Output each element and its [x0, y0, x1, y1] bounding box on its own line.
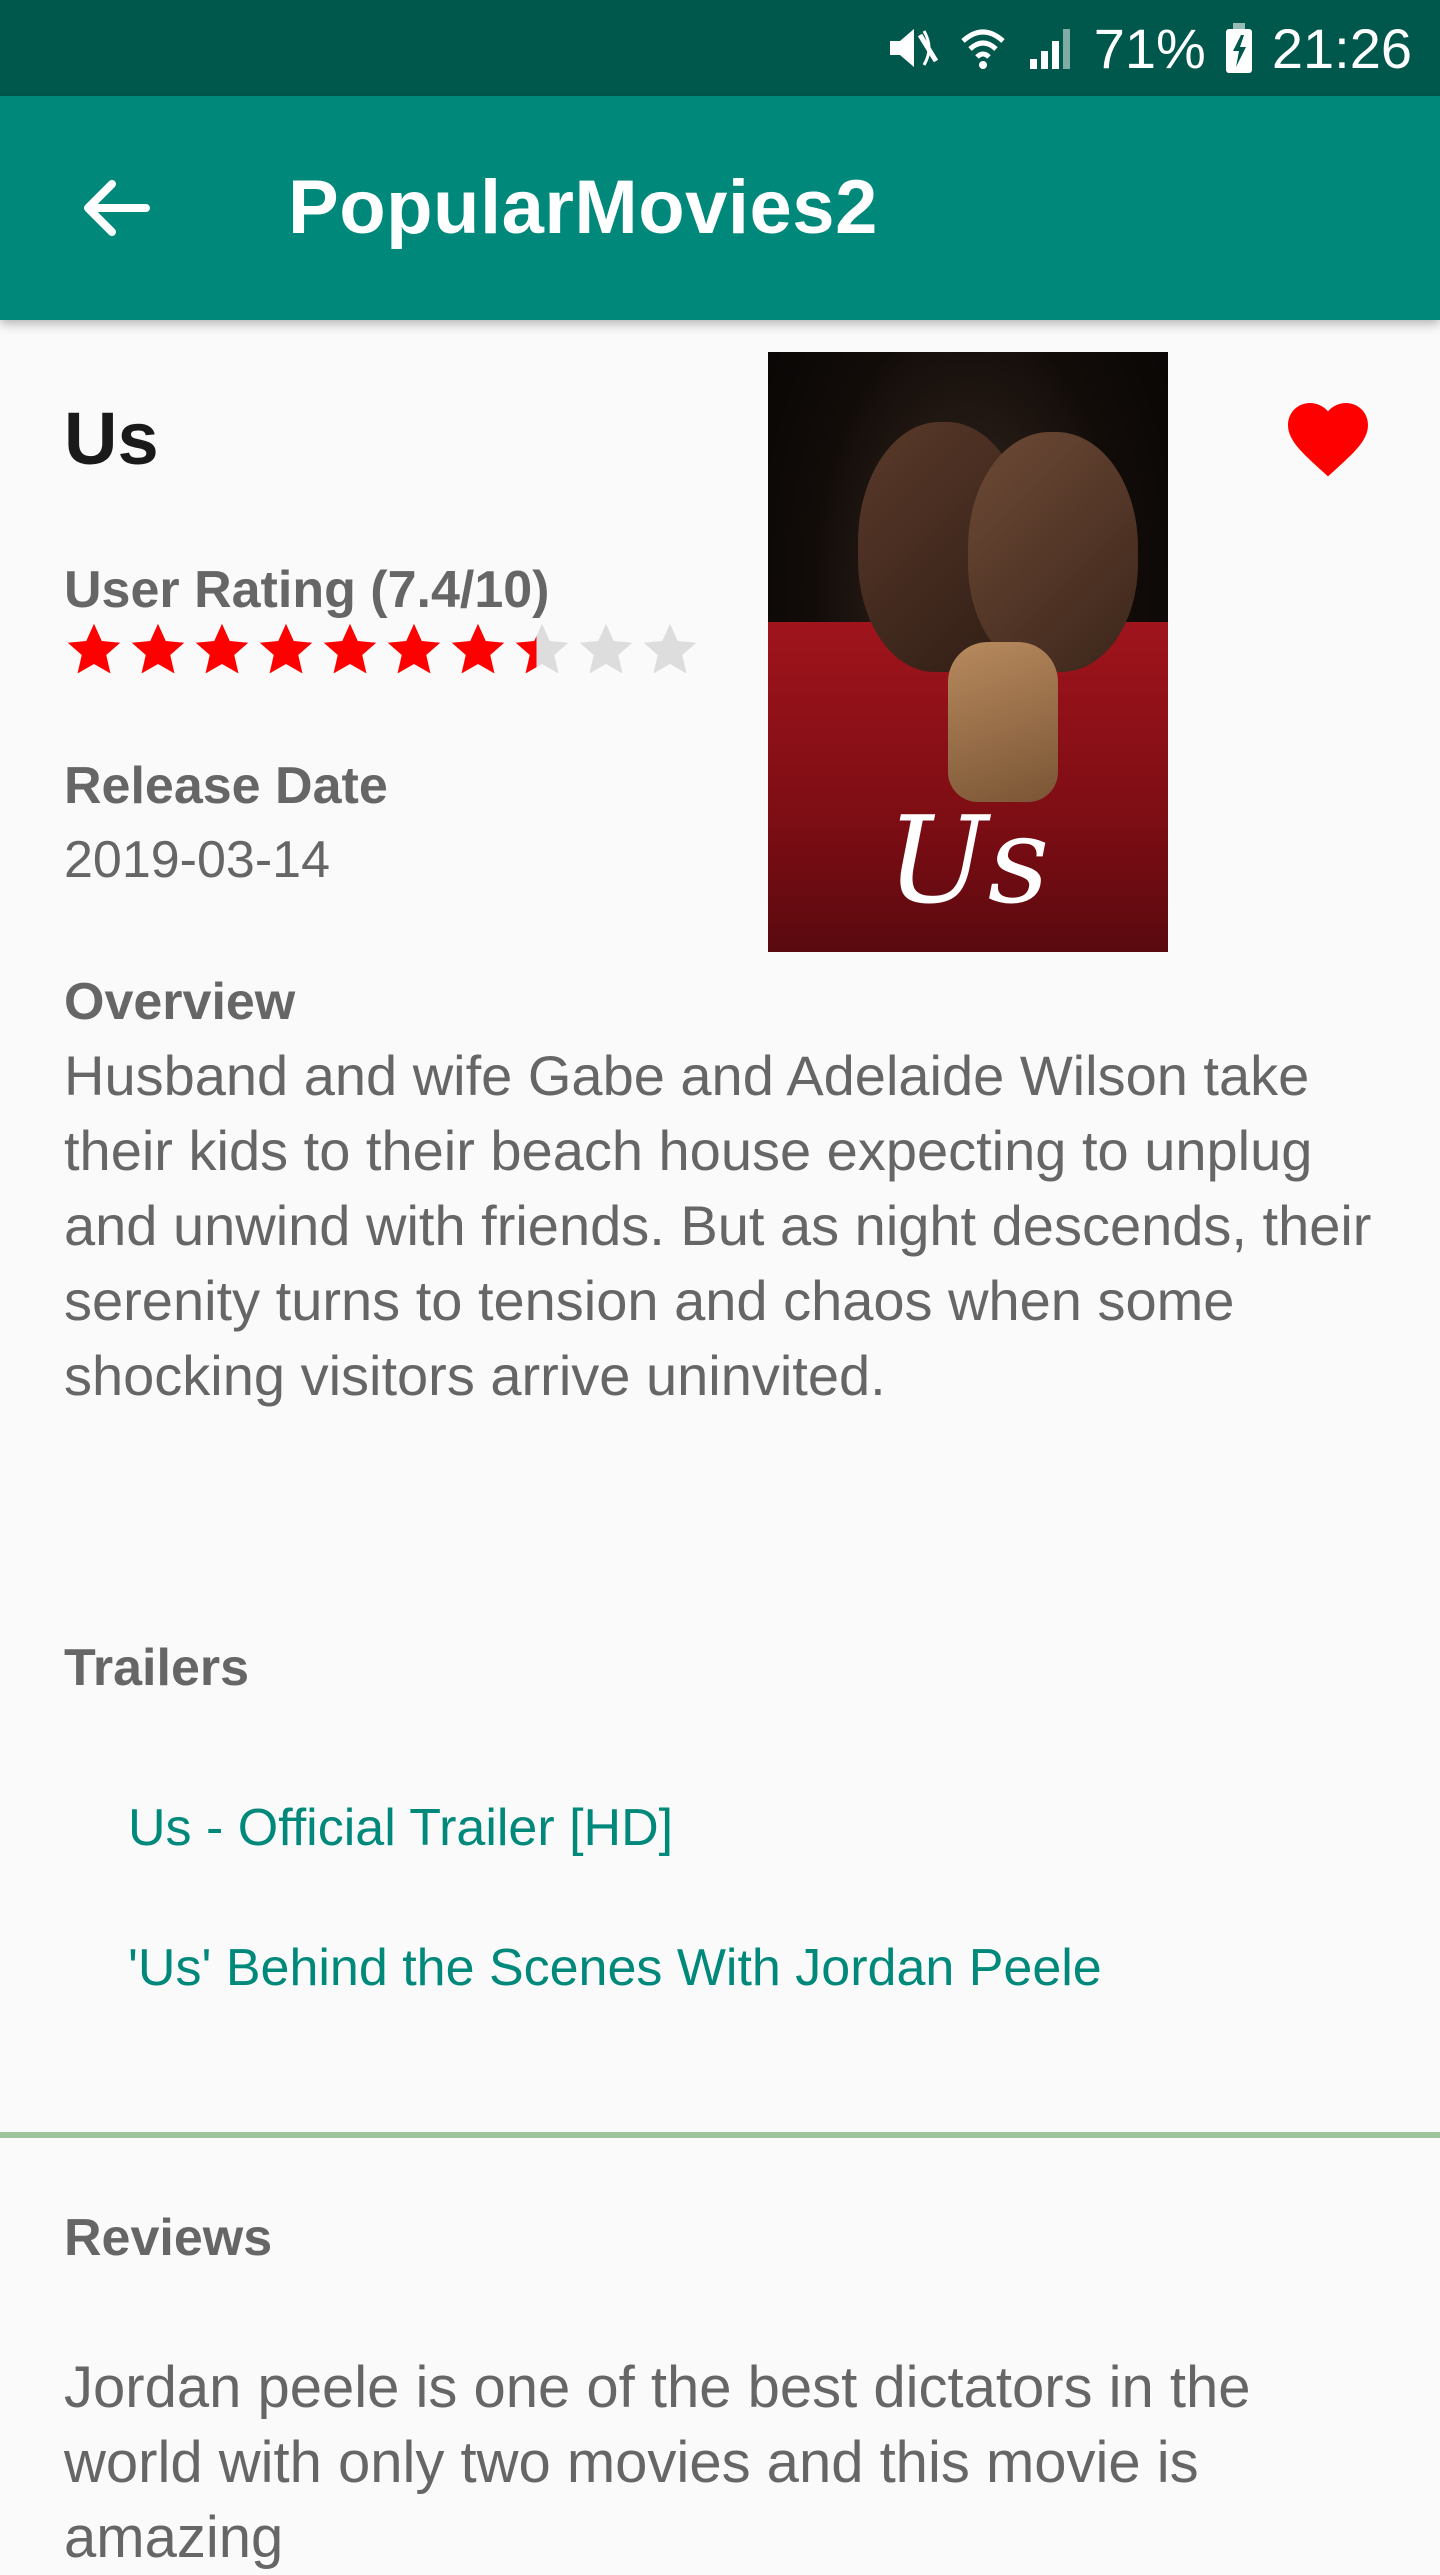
mute-icon — [886, 23, 940, 73]
star-filled-icon — [195, 623, 249, 674]
star-filled-icon — [259, 623, 313, 674]
app-title: PopularMovies2 — [288, 165, 878, 250]
trailer-link[interactable]: 'Us' Behind the Scenes With Jordan Peele — [128, 1938, 1102, 1998]
movie-details: Us User Rating (7.4/10) Release Date 201… — [0, 320, 1440, 2570]
overview-label: Overview — [64, 973, 296, 1031]
clock: 21:26 — [1271, 16, 1412, 80]
user-rating-label: User Rating (7.4/10) — [64, 561, 550, 619]
star-empty-icon — [643, 623, 697, 674]
poster-title: Us — [886, 792, 1050, 931]
review-text: Jordan peele is one of the best dictator… — [64, 2355, 1251, 2570]
release-date-label: Release Date — [64, 757, 388, 815]
rating-stars — [64, 620, 700, 680]
poster-face-right — [968, 432, 1138, 672]
poster-glove — [948, 642, 1058, 802]
star-filled-icon — [451, 623, 505, 674]
movie-title: Us — [64, 397, 159, 480]
section-divider — [0, 2132, 1440, 2138]
battery-percent: 71% — [1093, 16, 1206, 80]
trailers-label: Trailers — [64, 1639, 250, 1697]
status-bar: 71% 21:26 — [0, 0, 1440, 96]
battery-charging-icon — [1224, 21, 1254, 75]
favorite-button[interactable] — [1280, 390, 1376, 480]
release-date-value: 2019-03-14 — [64, 831, 330, 889]
trailer-link[interactable]: Us - Official Trailer [HD] — [128, 1798, 673, 1858]
star-partial-icon — [515, 623, 569, 674]
star-filled-icon — [67, 623, 121, 674]
wifi-icon — [958, 23, 1008, 73]
back-button[interactable] — [60, 152, 172, 264]
heart-icon — [1288, 403, 1368, 477]
star-filled-icon — [387, 623, 441, 674]
movie-poster: Us — [768, 352, 1168, 952]
signal-icon — [1026, 23, 1076, 73]
arrow-back-icon — [84, 180, 150, 236]
overview-text: Husband and wife Gabe and Adelaide Wilso… — [64, 1044, 1372, 1407]
star-empty-icon — [579, 623, 633, 674]
reviews-label: Reviews — [64, 2209, 273, 2267]
star-filled-icon — [323, 623, 377, 674]
star-filled-icon — [131, 623, 185, 674]
app-bar: PopularMovies2 — [0, 96, 1440, 320]
